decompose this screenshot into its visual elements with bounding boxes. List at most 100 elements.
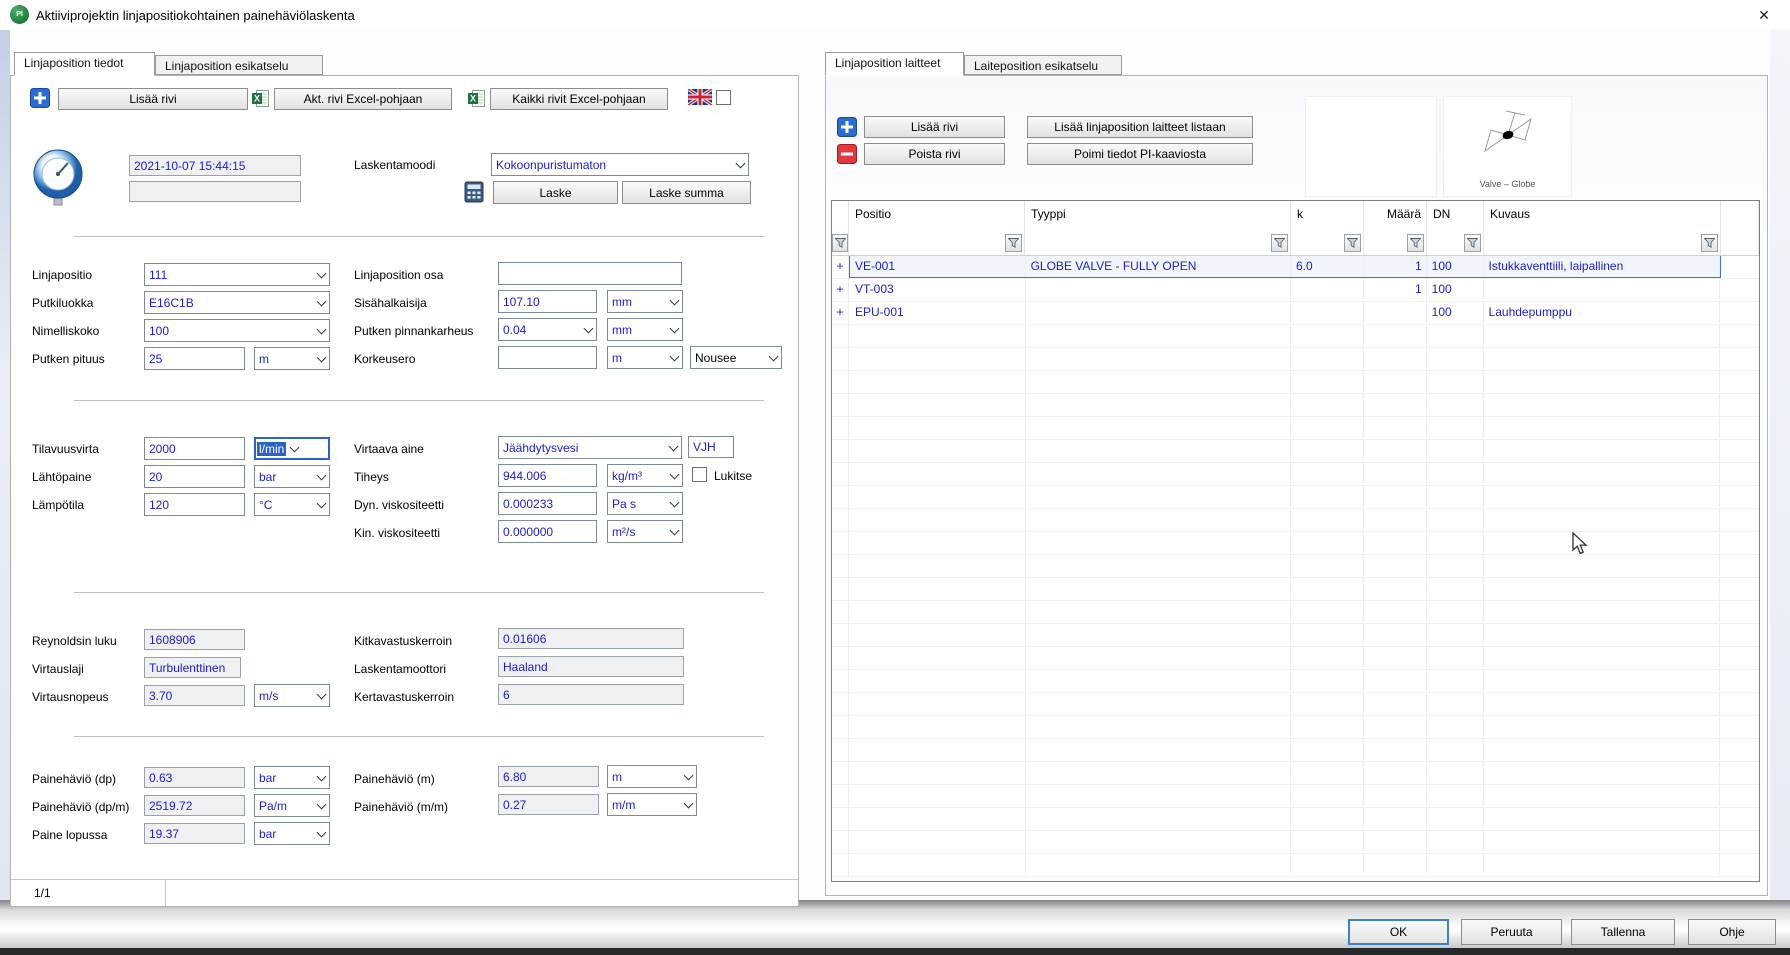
table-row[interactable]: +VE-001GLOBE VALVE - FULLY OPEN6.01100Is…	[832, 256, 1759, 279]
english-language-checkbox[interactable]	[716, 90, 731, 105]
table-empty-row[interactable]	[832, 762, 1759, 785]
add-row-icon[interactable]	[30, 88, 50, 111]
table-empty-row[interactable]	[832, 440, 1759, 463]
paine-lopussa-unit-combo[interactable]: bar	[254, 822, 330, 845]
table-empty-row[interactable]	[832, 808, 1759, 831]
save-button[interactable]: Tallenna	[1571, 919, 1675, 945]
virtausnopeus-unit-combo[interactable]: m/s	[254, 684, 330, 707]
virtaava-aine-combo[interactable]: Jäähdytysvesi	[498, 436, 682, 459]
korkeusero-input[interactable]	[498, 346, 597, 369]
table-empty-row[interactable]	[832, 463, 1759, 486]
korkeusero-direction-combo[interactable]: Nousee	[690, 346, 782, 369]
table-empty-row[interactable]	[832, 325, 1759, 348]
pinnankarheus-combo[interactable]: 0.04	[498, 318, 597, 341]
column-header-maara[interactable]: Määrä	[1364, 201, 1427, 227]
painehavio-m-unit-combo[interactable]: m	[607, 765, 697, 788]
tab-linjaposition-esikatselu[interactable]: Linjaposition esikatselu	[155, 55, 323, 75]
table-empty-row[interactable]	[832, 601, 1759, 624]
table-empty-row[interactable]	[832, 532, 1759, 555]
pinnankarheus-unit-combo[interactable]: mm	[607, 318, 683, 341]
table-empty-row[interactable]	[832, 785, 1759, 808]
sisahalkaisija-unit-combo[interactable]: mm	[607, 290, 683, 313]
device-add-row-button[interactable]: Lisää rivi	[864, 116, 1005, 138]
table-empty-row[interactable]	[832, 578, 1759, 601]
table-row[interactable]: +VT-0031100	[832, 279, 1759, 302]
lampotila-unit-combo[interactable]: °C	[254, 493, 330, 516]
column-header-pad[interactable]	[1721, 201, 1759, 227]
active-row-to-excel-button[interactable]: Akt. rivi Excel-pohjaan	[274, 88, 452, 110]
table-empty-row[interactable]	[832, 509, 1759, 532]
ok-button[interactable]: OK	[1348, 919, 1449, 945]
tilavuusvirta-input[interactable]: 2000	[144, 437, 245, 460]
add-row-button[interactable]: Lisää rivi	[58, 88, 248, 110]
column-header-positio[interactable]: Positio	[849, 201, 1025, 227]
tiheys-unit-combo[interactable]: kg/m³	[607, 464, 683, 487]
table-empty-row[interactable]	[832, 854, 1759, 877]
lukitse-checkbox[interactable]	[692, 467, 707, 482]
filter-funnel-icon[interactable]	[1005, 234, 1022, 252]
table-empty-row[interactable]	[832, 486, 1759, 509]
dyn-viskositeetti-input[interactable]: 0.000233	[498, 492, 597, 515]
table-empty-row[interactable]	[832, 739, 1759, 762]
laskentamoodi-combo[interactable]: Kokoonpuristumaton	[491, 153, 749, 176]
painehavio-dp-unit-combo[interactable]: bar	[254, 766, 330, 789]
filter-funnel-icon[interactable]	[1271, 234, 1288, 252]
column-header-expand[interactable]	[832, 201, 849, 227]
tab-linjaposition-laitteet[interactable]: Linjaposition laitteet	[825, 52, 964, 76]
table-empty-row[interactable]	[832, 394, 1759, 417]
linjapositio-combo[interactable]: 111	[144, 263, 330, 286]
kin-viskositeetti-input[interactable]: 0.000000	[498, 520, 597, 543]
row-expand-cell[interactable]: +	[832, 256, 849, 278]
help-button[interactable]: Ohje	[1688, 919, 1776, 945]
pick-from-pid-button[interactable]: Poimi tiedot PI-kaaviosta	[1027, 143, 1253, 165]
table-empty-row[interactable]	[832, 348, 1759, 371]
laske-summa-button[interactable]: Laske summa	[622, 181, 751, 204]
tiheys-input[interactable]: 944.006	[498, 464, 597, 487]
lahtopaine-input[interactable]: 20	[144, 465, 245, 488]
table-empty-row[interactable]	[832, 647, 1759, 670]
laske-button[interactable]: Laske	[493, 181, 618, 204]
remove-row-icon[interactable]	[837, 144, 857, 167]
column-header-tyyppi[interactable]: Tyyppi	[1025, 201, 1291, 227]
lampotila-input[interactable]: 120	[144, 493, 245, 516]
filter-funnel-icon[interactable]	[832, 234, 848, 252]
table-empty-row[interactable]	[832, 555, 1759, 578]
table-empty-row[interactable]	[832, 371, 1759, 394]
dyn-viskositeetti-unit-combo[interactable]: Pa s	[607, 492, 683, 515]
close-button[interactable]: ✕	[1742, 0, 1786, 30]
filter-funnel-icon[interactable]	[1344, 234, 1361, 252]
kin-viskositeetti-unit-combo[interactable]: m²/s	[607, 520, 683, 543]
column-header-kuvaus[interactable]: Kuvaus	[1484, 201, 1721, 227]
table-empty-row[interactable]	[832, 670, 1759, 693]
filter-funnel-icon[interactable]	[1701, 234, 1718, 252]
table-empty-row[interactable]	[832, 693, 1759, 716]
cancel-button[interactable]: Peruuta	[1461, 919, 1562, 945]
row-expand-cell[interactable]: +	[832, 302, 849, 324]
device-remove-row-button[interactable]: Poista rivi	[864, 143, 1005, 165]
all-rows-to-excel-button[interactable]: Kaikki rivit Excel-pohjaan	[490, 88, 668, 110]
virtaava-aine-code-field[interactable]: VJH	[688, 436, 734, 458]
row-expand-cell[interactable]: +	[832, 279, 849, 301]
korkeusero-unit-combo[interactable]: m	[607, 346, 683, 369]
putkiluokka-combo[interactable]: E16C1B	[144, 291, 330, 314]
tab-laiteposition-esikatselu[interactable]: Laiteposition esikatselu	[964, 55, 1122, 75]
linjaposition-osa-input[interactable]	[498, 262, 682, 285]
add-devices-to-list-button[interactable]: Lisää linjaposition laitteet listaan	[1027, 116, 1253, 138]
table-empty-row[interactable]	[832, 417, 1759, 440]
lahtopaine-unit-combo[interactable]: bar	[254, 465, 330, 488]
filter-funnel-icon[interactable]	[1407, 234, 1424, 252]
table-empty-row[interactable]	[832, 831, 1759, 854]
tilavuusvirta-unit-combo[interactable]: l/min	[254, 437, 330, 460]
putken-pituus-input[interactable]: 25	[144, 347, 245, 370]
add-row-icon[interactable]	[837, 117, 857, 140]
putken-pituus-unit-combo[interactable]: m	[254, 347, 330, 370]
uk-flag-icon[interactable]	[688, 89, 712, 108]
filter-funnel-icon[interactable]	[1464, 234, 1481, 252]
painehavio-mm-unit-combo[interactable]: m/m	[607, 793, 697, 816]
column-header-dn[interactable]: DN	[1427, 201, 1484, 227]
table-empty-row[interactable]	[832, 716, 1759, 739]
tab-linjaposition-tiedot[interactable]: Linjaposition tiedot	[14, 52, 155, 76]
painehavio-dpm-unit-combo[interactable]: Pa/m	[254, 794, 330, 817]
table-empty-row[interactable]	[832, 624, 1759, 647]
nimelliskoko-combo[interactable]: 100	[144, 319, 330, 342]
